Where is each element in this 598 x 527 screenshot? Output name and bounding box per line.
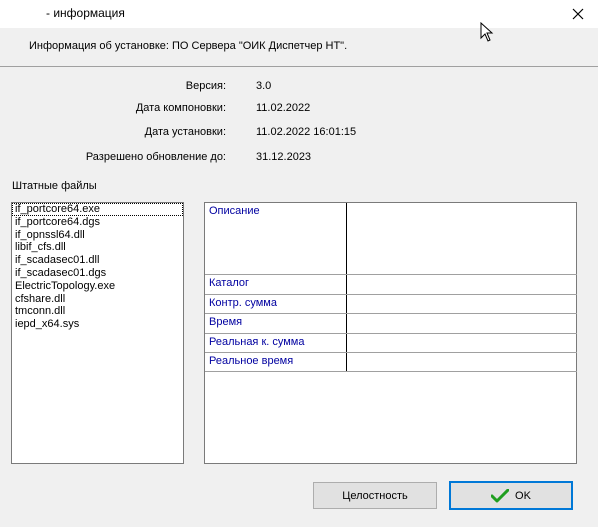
list-item[interactable]: if_portcore64.exe [12,203,183,216]
info-row-install-date: Дата установки: 11.02.2022 16:01:15 [0,126,560,140]
description-label: Описание [205,203,347,274]
real-time-label: Реальное время [205,353,347,371]
list-item[interactable]: ElectricTopology.exe [12,280,183,293]
ok-button[interactable]: OK [449,481,573,510]
description-value [348,203,577,274]
files-section-label: Штатные файлы [12,180,97,192]
catalog-value [348,275,577,294]
list-item[interactable]: tmconn.dll [12,305,183,318]
list-item[interactable]: if_scadasec01.dll [12,254,183,267]
detail-row-catalog: Каталог [205,275,577,295]
close-button[interactable] [564,2,592,26]
detail-row-time: Время [205,314,577,334]
time-label: Время [205,314,347,333]
detail-row-real-checksum: Реальная к. сумма [205,334,577,353]
detail-row-description: Описание [205,203,577,275]
title-bar: - информация [0,0,598,28]
header-band: Информация об установке: ПО Сервера "ОИК… [0,28,598,67]
installation-info-text: Информация об установке: ПО Сервера "ОИК… [29,40,348,52]
build-date-label: Дата компоновки: [135,102,226,114]
window-title: - информация [46,6,125,20]
close-icon [572,8,584,20]
list-item[interactable]: cfshare.dll [12,293,183,306]
update-until-label: Разрешено обновление до: [85,151,226,163]
list-item[interactable]: if_scadasec01.dgs [12,267,183,280]
real-time-value [348,353,577,371]
check-icon [491,488,510,503]
integrity-button-label: Целостность [342,489,408,502]
file-list[interactable]: if_portcore64.exe if_portcore64.dgs if_o… [11,202,184,464]
install-date-value: 11.02.2022 16:01:15 [256,126,357,138]
real-checksum-label: Реальная к. сумма [205,334,347,352]
build-date-value: 11.02.2022 [256,102,311,114]
ok-button-label: OK [515,489,531,502]
list-item[interactable]: if_opnssl64.dll [12,229,183,242]
version-label: Версия: [185,80,226,92]
version-value: 3.0 [256,80,272,92]
list-item[interactable]: libif_cfs.dll [12,241,183,254]
list-item[interactable]: iepd_x64.sys [12,318,183,331]
time-value [348,314,577,333]
cursor-icon [480,22,494,42]
install-date-label: Дата установки: [144,126,226,138]
real-checksum-value [348,334,577,352]
file-details-grid: Описание Каталог Контр. сумма Время Реал… [204,202,577,464]
detail-row-checksum: Контр. сумма [205,295,577,314]
catalog-label: Каталог [205,275,347,294]
checksum-label: Контр. сумма [205,295,347,313]
integrity-button[interactable]: Целостность [313,482,437,509]
checksum-value [348,295,577,313]
info-row-build-date: Дата компоновки: 11.02.2022 [0,102,560,116]
list-item[interactable]: if_portcore64.dgs [12,216,183,229]
detail-row-real-time: Реальное время [205,353,577,372]
update-until-value: 31.12.2023 [256,151,312,163]
info-row-version: Версия: 3.0 [0,80,560,94]
info-row-update-until: Разрешено обновление до: 31.12.2023 [0,151,560,165]
